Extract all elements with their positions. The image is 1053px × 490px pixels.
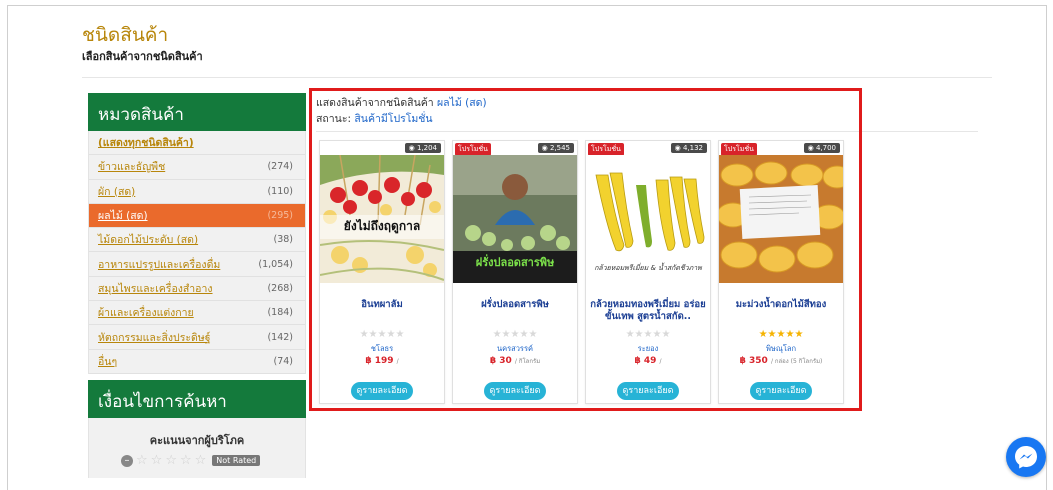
category-label[interactable]: ผัก (สด) xyxy=(98,183,135,200)
category-count: (74) xyxy=(273,355,293,367)
star-outline-icon[interactable]: ☆ xyxy=(136,454,148,467)
filter-heading: เงื่อนไขการค้นหา xyxy=(88,379,306,418)
star-outline-icon[interactable]: ☆ xyxy=(165,454,177,467)
category-label[interactable]: ข้าวและธัญพืช xyxy=(98,158,165,175)
sidebar: หมวดสินค้า (แสดงทุกชนิดสินค้า) ข้าวและธั… xyxy=(88,93,306,478)
category-label[interactable]: อื่นๆ xyxy=(98,353,117,370)
messenger-chat-button[interactable] xyxy=(1006,437,1046,477)
category-count: (38) xyxy=(273,234,293,246)
category-count: (1,054) xyxy=(258,258,293,270)
minus-circle-icon[interactable]: – xyxy=(121,454,133,467)
category-item-fruit[interactable]: ผลไม้ (สด) (295) xyxy=(89,203,305,229)
category-count: (142) xyxy=(267,331,293,343)
category-count: (268) xyxy=(267,282,293,294)
filter-box: คะแนนจากผู้บริโภค – ☆ ☆ ☆ ☆ ☆ Not Rated xyxy=(88,417,306,478)
category-label[interactable]: อาหารแปรรูปและเครื่องดื่ม xyxy=(98,256,220,273)
messenger-icon xyxy=(1015,446,1037,469)
category-list: (แสดงทุกชนิดสินค้า) ข้าวและธัญพืช (274) ผ… xyxy=(88,131,306,374)
category-label[interactable]: สมุนไพรและเครื่องสำอาง xyxy=(98,280,213,297)
category-label[interactable]: ผ้าและเครื่องแต่งกาย xyxy=(98,304,194,321)
category-count: (295) xyxy=(267,210,293,222)
category-item-rice[interactable]: ข้าวและธัญพืช (274) xyxy=(89,155,305,180)
page-subtitle: เลือกสินค้าจากชนิดสินค้า xyxy=(82,50,203,63)
star-outline-icon[interactable]: ☆ xyxy=(180,454,192,467)
rating-filter[interactable]: – ☆ ☆ ☆ ☆ ☆ Not Rated xyxy=(121,454,261,467)
category-heading: หมวดสินค้า xyxy=(88,93,306,131)
rating-filter-label: คะแนนจากผู้บริโภค xyxy=(149,433,245,447)
selection-highlight-box xyxy=(309,88,862,411)
category-label[interactable]: (แสดงทุกชนิดสินค้า) xyxy=(98,134,194,151)
category-label[interactable]: ไม้ดอกไม้ประดับ (สด) xyxy=(98,231,198,248)
star-outline-icon[interactable]: ☆ xyxy=(151,454,163,467)
star-outline-icon[interactable]: ☆ xyxy=(195,454,207,467)
category-item-vegetable[interactable]: ผัก (สด) (110) xyxy=(89,180,305,204)
category-item-processed-food[interactable]: อาหารแปรรูปและเครื่องดื่ม (1,054) xyxy=(89,252,305,277)
category-count: (184) xyxy=(267,307,293,319)
category-label[interactable]: ผลไม้ (สด) xyxy=(98,207,148,224)
page-title: ชนิดสินค้า xyxy=(82,24,169,46)
not-rated-badge: Not Rated xyxy=(212,455,261,467)
category-item-flower[interactable]: ไม้ดอกไม้ประดับ (สด) (38) xyxy=(89,228,305,253)
category-item-all[interactable]: (แสดงทุกชนิดสินค้า) xyxy=(89,131,305,156)
category-item-other[interactable]: อื่นๆ (74) xyxy=(89,350,305,374)
category-item-handicraft[interactable]: หัตถกรรมและสิ่งประดิษฐ์ (142) xyxy=(89,325,305,350)
category-item-clothing[interactable]: ผ้าและเครื่องแต่งกาย (184) xyxy=(89,301,305,326)
category-count: (274) xyxy=(267,161,293,173)
category-count: (110) xyxy=(267,185,293,197)
category-item-herbs[interactable]: สมุนไพรและเครื่องสำอาง (268) xyxy=(89,277,305,302)
divider xyxy=(82,77,992,78)
category-label[interactable]: หัตถกรรมและสิ่งประดิษฐ์ xyxy=(98,329,211,346)
